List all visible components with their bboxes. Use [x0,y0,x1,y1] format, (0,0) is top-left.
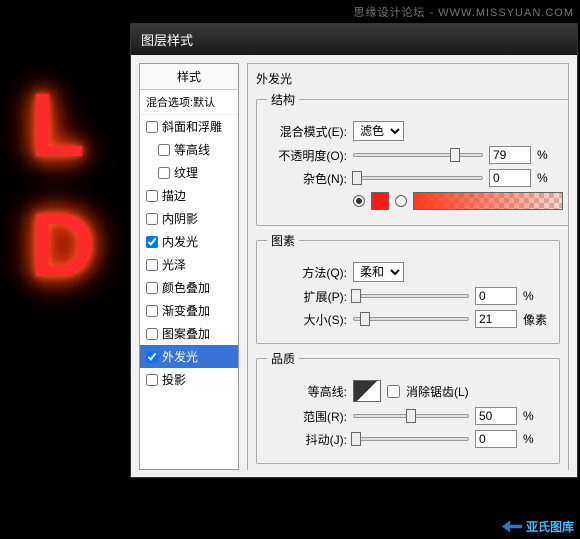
dialog-title[interactable]: 图层样式 [131,24,577,55]
elements-legend: 图素 [267,232,299,249]
style-label: 投影 [162,371,186,388]
size-slider[interactable] [353,317,469,321]
style-item-10[interactable]: 外发光 [140,345,238,368]
style-label: 等高线 [174,141,210,158]
jitter-unit: % [523,432,549,446]
range-unit: % [523,409,549,423]
style-item-8[interactable]: 渐变叠加 [140,299,238,322]
structure-legend: 结构 [267,91,299,108]
style-label: 内阴影 [162,210,198,227]
opacity-input[interactable] [489,146,531,164]
jitter-slider[interactable] [353,437,469,441]
style-checkbox[interactable] [146,282,158,294]
opacity-unit: % [537,148,563,162]
structure-group: 结构 混合模式(E): 滤色 不透明度(O): % 杂色(N): [256,91,569,226]
contour-label: 等高线: [267,383,347,400]
gradient-radio[interactable] [395,195,407,207]
quality-group: 品质 等高线: 消除锯齿(L) 范围(R): % 抖动(J): [256,350,560,464]
range-label: 范围(R): [267,408,347,425]
style-checkbox[interactable] [146,305,158,317]
style-checkbox[interactable] [146,121,158,133]
style-checkbox[interactable] [146,213,158,225]
styles-header[interactable]: 样式 [140,64,238,90]
elements-group: 图素 方法(Q): 柔和 扩展(P): % 大小(S): [256,232,560,344]
contour-picker[interactable] [353,380,381,402]
style-checkbox[interactable] [146,259,158,271]
style-checkbox[interactable] [146,328,158,340]
opacity-slider[interactable] [353,153,483,157]
neon-letter-l: L [30,75,85,178]
style-checkbox[interactable] [158,167,170,179]
range-slider[interactable] [353,414,469,418]
noise-label: 杂色(N): [267,170,347,187]
range-input[interactable] [475,407,517,425]
blend-mode-label: 混合模式(E): [267,123,347,140]
size-label: 大小(S): [267,311,347,328]
size-unit: 像素 [523,311,549,328]
technique-label: 方法(Q): [267,264,347,281]
styles-list: 样式 混合选项:默认 斜面和浮雕等高线纹理描边内阴影内发光光泽颜色叠加渐变叠加图… [139,63,239,470]
style-checkbox[interactable] [146,190,158,202]
spread-unit: % [523,289,549,303]
style-item-9[interactable]: 图案叠加 [140,322,238,345]
technique-select[interactable]: 柔和 [353,262,404,282]
outer-glow-title: 外发光 [256,70,560,87]
style-label: 渐变叠加 [162,302,210,319]
style-item-1[interactable]: 等高线 [140,138,238,161]
spread-input[interactable] [475,287,517,305]
style-item-6[interactable]: 光泽 [140,253,238,276]
style-checkbox[interactable] [146,351,158,363]
style-label: 斜面和浮雕 [162,118,222,135]
noise-input[interactable] [489,169,531,187]
style-label: 纹理 [174,164,198,181]
antialias-checkbox[interactable] [387,385,400,398]
spread-slider[interactable] [353,294,469,298]
watermark-top: 思缘设计论坛 - WWW.MISSYUAN.COM [353,4,574,20]
spread-label: 扩展(P): [267,288,347,305]
style-item-2[interactable]: 纹理 [140,161,238,184]
quality-legend: 品质 [267,350,299,367]
style-label: 外发光 [162,348,198,365]
style-label: 光泽 [162,256,186,273]
neon-letter-d: D [30,195,95,298]
opacity-label: 不透明度(O): [267,147,347,164]
glow-gradient[interactable] [413,192,563,210]
antialias-label: 消除锯齿(L) [406,383,469,400]
style-label: 颜色叠加 [162,279,210,296]
noise-slider[interactable] [353,176,483,180]
watermark-bottom: 亚氏图库 [502,518,574,535]
style-checkbox[interactable] [146,236,158,248]
style-item-7[interactable]: 颜色叠加 [140,276,238,299]
style-item-11[interactable]: 投影 [140,368,238,391]
style-label: 内发光 [162,233,198,250]
style-item-0[interactable]: 斜面和浮雕 [140,115,238,138]
blend-mode-select[interactable]: 滤色 [353,121,404,141]
style-checkbox[interactable] [146,374,158,386]
color-radio[interactable] [353,195,365,207]
jitter-label: 抖动(J): [267,431,347,448]
size-input[interactable] [475,310,517,328]
outer-glow-settings: 外发光 结构 混合模式(E): 滤色 不透明度(O): % 杂色(N): [247,63,569,470]
style-item-3[interactable]: 描边 [140,184,238,207]
watermark-icon [502,521,522,533]
style-checkbox[interactable] [158,144,170,156]
style-item-5[interactable]: 内发光 [140,230,238,253]
noise-unit: % [537,171,563,185]
style-label: 描边 [162,187,186,204]
glow-color-swatch[interactable] [371,192,389,210]
style-item-4[interactable]: 内阴影 [140,207,238,230]
layer-style-dialog: 图层样式 样式 混合选项:默认 斜面和浮雕等高线纹理描边内阴影内发光光泽颜色叠加… [130,23,578,478]
blend-options-default[interactable]: 混合选项:默认 [140,90,238,115]
jitter-input[interactable] [475,430,517,448]
style-label: 图案叠加 [162,325,210,342]
